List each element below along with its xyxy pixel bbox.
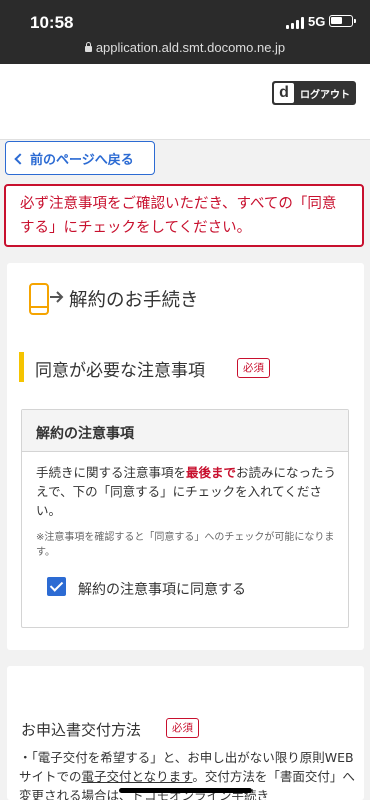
signal-icon [286, 17, 304, 29]
chevron-left-icon [14, 152, 26, 165]
agree-checkbox[interactable] [47, 577, 66, 596]
procedure-card: 解約のお手続き 同意が必要な注意事項 必須 解約の注意事項 手続きに関する注意事… [7, 263, 364, 650]
delivery-card: お申込書交付方法 必須 ・「電子交付を希望する」と、お申し出がない限り原則WEB… [7, 666, 364, 800]
clock: 10:58 [30, 13, 74, 32]
delivery-title: お申込書交付方法 [21, 721, 142, 739]
section-title: 同意が必要な注意事項 [35, 361, 205, 381]
docomo-logo-icon: d [274, 83, 294, 103]
required-badge: 必須 [237, 358, 270, 378]
error-text: 必ず注意事項をご確認いただき、すべての「同意する」にチェックをしてください。 [20, 196, 337, 236]
notice-box: 解約の注意事項 手続きに関する注意事項を最後までお読みになったうえで、下の「同意… [21, 409, 349, 628]
back-button[interactable]: 前のページへ戻る [5, 141, 155, 175]
network-type: 5G [308, 14, 326, 29]
procedure-title: 解約のお手続き [69, 290, 199, 311]
url-text: application.ald.smt.docomo.ne.jp [95, 40, 286, 55]
notice-text: 手続きに関する注意事項を最後までお読みになったうえで、下の「同意する」にチェック… [36, 463, 338, 520]
home-indicator [119, 788, 252, 793]
back-button-label: 前のページへ戻る [30, 152, 134, 168]
notice-title[interactable]: 解約の注意事項 [22, 410, 348, 452]
status-bar: 10:58 5G application.ald.smt.docomo.ne.j… [0, 0, 370, 64]
delivery-text-underline: 電子交付となります [81, 769, 193, 784]
logout-label: ログアウト [300, 89, 350, 101]
agree-label[interactable]: 解約の注意事項に同意する [78, 579, 246, 599]
phone-transfer-icon [29, 283, 64, 315]
notice-text-before: 手続きに関する注意事項を [36, 465, 187, 480]
lock-icon [84, 42, 92, 52]
required-badge: 必須 [166, 718, 199, 738]
battery-icon [329, 15, 356, 27]
url-bar[interactable]: application.ald.smt.docomo.ne.jp [0, 40, 370, 55]
notice-emphasis: 最後まで [186, 465, 237, 480]
site-header: d ログアウト [0, 64, 370, 140]
notice-note: ※注意事項を確認すると「同意する」へのチェックが可能になります。 [36, 532, 335, 558]
logout-button[interactable]: d ログアウト [272, 81, 356, 105]
error-message: 必ず注意事項をご確認いただき、すべての「同意する」にチェックをしてください。 [4, 184, 364, 247]
section-accent-bar [19, 352, 24, 382]
